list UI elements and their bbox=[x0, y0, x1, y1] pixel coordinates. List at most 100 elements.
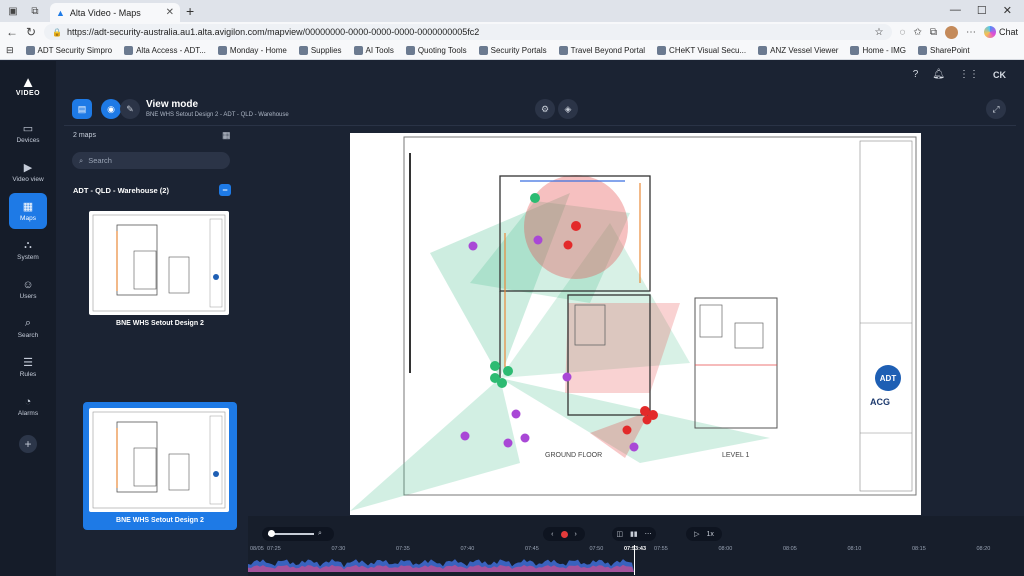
help-icon[interactable]: ? bbox=[913, 69, 919, 80]
level-1-label: LEVEL 1 bbox=[722, 452, 749, 459]
rail-item-label: Maps bbox=[20, 215, 36, 222]
bookmark-item[interactable]: AI Tools bbox=[353, 46, 394, 55]
search-input[interactable]: ⌕ Search bbox=[72, 152, 230, 169]
timeline-tick: 07:55 bbox=[654, 546, 668, 552]
play-icon[interactable]: ▷ bbox=[694, 530, 699, 538]
zoom-track[interactable] bbox=[268, 530, 314, 537]
bookmark-item[interactable]: ANZ Vessel Viewer bbox=[758, 46, 838, 55]
collapse-group-icon[interactable]: − bbox=[219, 184, 231, 196]
bookmark-item[interactable]: SharePoint bbox=[918, 46, 970, 55]
toggle-sidebar-button[interactable]: ▤ bbox=[72, 99, 92, 119]
rail-item-system[interactable]: ⛬ System bbox=[9, 232, 47, 268]
bookmark-item[interactable]: CHeKT Visual Secu... bbox=[657, 46, 746, 55]
rail-item-video-view[interactable]: ▶ Video view bbox=[9, 154, 47, 190]
camera-marker-red[interactable] bbox=[571, 221, 581, 231]
view-mode-eye-button[interactable]: ◉ bbox=[101, 99, 121, 119]
map-card-selected[interactable]: BNE WHS Setout Design 2 bbox=[83, 402, 237, 530]
rail-item-label: Search bbox=[17, 332, 39, 339]
apps-grid-icon[interactable]: ⋮⋮ bbox=[959, 69, 979, 80]
map-card[interactable]: BNE WHS Setout Design 2 bbox=[83, 205, 237, 333]
edit-mode-pencil-button[interactable]: ✎ bbox=[120, 99, 140, 119]
camera-marker-red[interactable] bbox=[622, 425, 632, 435]
minimize-icon[interactable]: — bbox=[950, 4, 961, 17]
play-speed-control[interactable]: ▷ 1x bbox=[686, 527, 722, 541]
timeline-tick: 08:00 bbox=[718, 546, 733, 552]
timeline-tick: 07:50 bbox=[589, 546, 604, 552]
acg-logo-text: ACG bbox=[870, 397, 890, 407]
bookmark-item[interactable]: Home - IMG bbox=[850, 46, 906, 55]
map-group-label: ADT - QLD - Warehouse (2) bbox=[73, 185, 169, 195]
add-button[interactable]: + bbox=[19, 435, 37, 453]
recording-indicator-icon[interactable] bbox=[560, 530, 568, 538]
grid-view-icon[interactable]: ▦ bbox=[222, 130, 231, 141]
chat-label: Chat bbox=[998, 27, 1018, 37]
tab-actions-icon[interactable]: ▣ bbox=[4, 2, 22, 20]
more-options-icon[interactable]: ⋯ bbox=[645, 530, 652, 538]
browser-tab[interactable]: ▲ Alta Video - Maps ✕ bbox=[50, 3, 180, 22]
close-tab-icon[interactable]: ✕ bbox=[166, 7, 174, 18]
alta-tab-icon: ▲ bbox=[56, 7, 65, 18]
camera-marker-green[interactable] bbox=[530, 193, 540, 203]
new-tab-button[interactable]: + bbox=[186, 3, 194, 19]
rail-item-devices[interactable]: ▭ Devices bbox=[9, 115, 47, 151]
timeline-tick: 07:35 bbox=[396, 546, 410, 552]
previous-event-icon[interactable]: ‹ bbox=[551, 531, 553, 538]
alta-logo[interactable]: ▲ VIDEO bbox=[16, 75, 40, 97]
timeline-tick: 08:15 bbox=[912, 546, 926, 552]
map-tool-icon[interactable]: ⚙ bbox=[535, 99, 555, 119]
notifications-bell-icon[interactable]: 🔔︎ bbox=[932, 69, 945, 80]
tab-title: Alta Video - Maps bbox=[69, 7, 141, 18]
bookmark-label: SharePoint bbox=[930, 46, 970, 55]
timeline-tick: 07:25 bbox=[267, 546, 281, 552]
zoom-knob[interactable] bbox=[268, 530, 275, 537]
activity-waveform[interactable] bbox=[248, 556, 1024, 572]
collections-icon[interactable]: ⧉ bbox=[930, 27, 937, 38]
bookmark-item[interactable]: Monday - Home bbox=[217, 46, 287, 55]
rail-item-maps[interactable]: ▦ Maps bbox=[9, 193, 47, 229]
bookmark-icon bbox=[758, 46, 768, 55]
back-icon[interactable]: ← bbox=[6, 25, 18, 39]
bookmark-label: Home - IMG bbox=[862, 46, 907, 55]
snapshot-icon[interactable]: ◫ bbox=[616, 530, 623, 538]
profile-avatar[interactable] bbox=[944, 25, 958, 39]
bookmark-item[interactable]: Security Portals bbox=[478, 46, 547, 55]
camera-marker-red[interactable] bbox=[563, 240, 573, 250]
rail-item-label: Video view bbox=[12, 176, 44, 183]
floorplan-canvas[interactable]: ADT ACG GROUND FLOOR LEVEL 1 bbox=[350, 133, 921, 515]
rail-item-search[interactable]: ⌕ Search bbox=[9, 310, 47, 346]
bookmark-icon bbox=[298, 46, 308, 55]
layers-icon[interactable]: ◈ bbox=[558, 99, 578, 119]
next-event-icon[interactable]: › bbox=[575, 531, 577, 538]
bookmark-icon bbox=[25, 46, 35, 55]
url-field[interactable]: 🔒 https://adt-security-australia.au1.alt… bbox=[44, 24, 892, 40]
close-window-icon[interactable]: ✕ bbox=[1003, 4, 1012, 17]
map-group-header[interactable]: ADT - QLD - Warehouse (2) − bbox=[73, 184, 231, 196]
fullscreen-button[interactable]: ⤢ bbox=[986, 99, 1006, 119]
more-icon[interactable]: ⋯ bbox=[966, 27, 976, 38]
rail-item-users[interactable]: ☺ Users bbox=[9, 271, 47, 307]
playhead-cursor[interactable] bbox=[634, 545, 635, 575]
favorite-star-icon[interactable]: ☆ bbox=[875, 27, 884, 38]
maximize-icon[interactable]: ☐ bbox=[977, 4, 987, 17]
pause-icon[interactable]: ▮▮ bbox=[630, 530, 638, 538]
favorites-icon[interactable]: ✩ bbox=[913, 27, 921, 38]
timeline-zoom-slider[interactable]: ⌕ bbox=[262, 527, 334, 541]
playback-controls: ◫ ▮▮ ⋯ bbox=[612, 527, 656, 541]
bookmark-item[interactable]: ADT Security Simpro bbox=[25, 46, 112, 55]
bookmark-item[interactable]: Supplies bbox=[298, 46, 342, 55]
user-initials[interactable]: CK bbox=[993, 70, 1006, 80]
rail-item-alarms[interactable]: ◔ Alarms bbox=[9, 388, 47, 424]
bookmark-item[interactable]: Travel Beyond Portal bbox=[558, 46, 645, 55]
bookmarks-menu-icon[interactable]: ⊟ bbox=[6, 45, 14, 56]
extensions-icon[interactable]: ◌ bbox=[900, 27, 906, 38]
timeline-tick: 07:40 bbox=[460, 546, 475, 552]
refresh-icon[interactable]: ↻ bbox=[26, 25, 36, 39]
workspaces-icon[interactable]: ⧉ bbox=[26, 2, 44, 20]
copilot-icon bbox=[983, 26, 996, 38]
rail-item-label: Users bbox=[19, 292, 37, 300]
copilot-chat-button[interactable]: Chat bbox=[983, 26, 1018, 38]
rail-item-rules[interactable]: ☰ Rules bbox=[9, 349, 47, 385]
bookmark-item[interactable]: Alta Access - ADT... bbox=[124, 46, 206, 55]
bookmark-item[interactable]: Quoting Tools bbox=[405, 46, 467, 55]
devices-icon: ▭ bbox=[22, 123, 34, 135]
